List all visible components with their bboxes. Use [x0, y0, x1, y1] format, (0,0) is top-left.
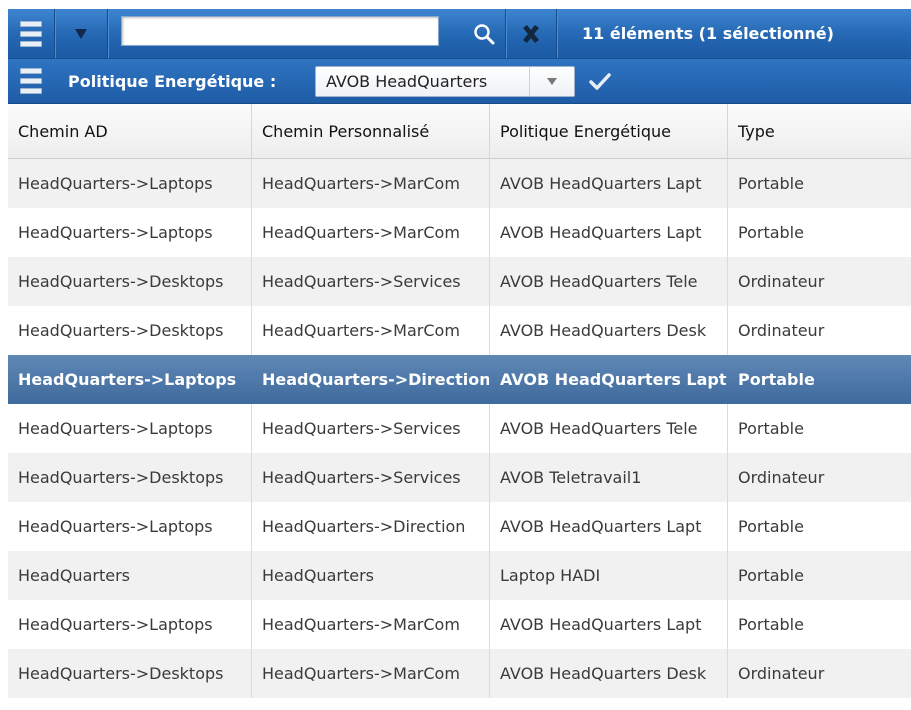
policy-menu-button[interactable]: [8, 59, 54, 103]
cell-type: Ordinateur: [738, 272, 825, 291]
cell-chemin-ad: HeadQuarters->Laptops: [8, 208, 252, 257]
cell-chemin-personnalise: HeadQuarters->Services: [252, 404, 490, 453]
table-row[interactable]: HeadQuarters->Laptops HeadQuarters->Servi…: [8, 404, 911, 453]
cell-type: Portable: [738, 174, 804, 193]
grid-toolbar: 11 éléments (1 sélectionné): [8, 9, 911, 59]
cell-type: Portable: [738, 419, 804, 438]
cell-type: Ordinateur: [738, 664, 825, 683]
table-row[interactable]: HeadQuarters->Desktops HeadQuarters->Serv…: [8, 453, 911, 502]
table-row[interactable]: HeadQuarters->Laptops HeadQuarters->MarCo…: [8, 208, 911, 257]
policy-toolbar: Politique Energétique : AVOB HeadQuarter…: [8, 59, 911, 104]
cell-politique-energetique: AVOB HeadQuarters Lapt: [490, 502, 728, 551]
cell-chemin-personnalise: HeadQuarters->Direction: [262, 370, 490, 389]
cell-chemin-ad: HeadQuarters->Desktops: [8, 649, 252, 698]
grid-header: Chemin AD Chemin Personnalisé Politique …: [8, 104, 911, 159]
checkmark-icon: [589, 73, 611, 90]
cell-type: Portable: [738, 517, 804, 536]
table-row[interactable]: HeadQuarters->Laptops HeadQuarters->Direc…: [8, 502, 911, 551]
cell-chemin-ad: HeadQuarters->Laptops: [8, 404, 252, 453]
cell-chemin-ad: HeadQuarters: [8, 551, 252, 600]
cell-chemin-personnalise: HeadQuarters->MarCom: [252, 159, 490, 208]
table-row[interactable]: HeadQuarters->Desktops HeadQuarters->Serv…: [8, 257, 911, 306]
cell-chemin-personnalise: HeadQuarters: [252, 551, 490, 600]
policy-select-value: AVOB HeadQuarters: [326, 72, 488, 91]
menu-button[interactable]: [8, 9, 54, 58]
cell-type: Portable: [738, 370, 815, 389]
table-row[interactable]: HeadQuarters->Desktops HeadQuarters->MarC…: [8, 649, 911, 698]
cell-chemin-personnalise: HeadQuarters->MarCom: [252, 208, 490, 257]
policy-label: Politique Energétique :: [68, 71, 277, 91]
cell-type: Portable: [738, 615, 804, 634]
triangle-down-icon: [75, 28, 87, 39]
cell-politique-energetique: AVOB HeadQuarters Tele: [490, 404, 728, 453]
item-count-label: 11 éléments (1 sélectionné): [582, 24, 834, 43]
cell-chemin-personnalise: HeadQuarters->MarCom: [252, 306, 490, 355]
cell-chemin-personnalise: HeadQuarters->Services: [252, 257, 490, 306]
cell-politique-energetique: AVOB HeadQuarters Desk: [490, 306, 728, 355]
search-button[interactable]: [464, 9, 504, 58]
devices-grid: Chemin AD Chemin Personnalisé Politique …: [8, 104, 911, 710]
table-row[interactable]: HeadQuarters->Laptops HeadQuarters->MarCo…: [8, 159, 911, 208]
cell-chemin-ad: HeadQuarters->Laptops: [8, 600, 252, 649]
cell-politique-energetique: AVOB HeadQuarters Tele: [490, 257, 728, 306]
cell-chemin-ad: HeadQuarters->Desktops: [8, 257, 252, 306]
cell-chemin-ad: HeadQuarters->Desktops: [8, 306, 252, 355]
grid-body: HeadQuarters->Laptops HeadQuarters->MarCo…: [8, 159, 911, 698]
hamburger-menu-icon: [20, 68, 42, 94]
cell-type: Portable: [738, 223, 804, 242]
cell-type: Portable: [738, 566, 804, 585]
cell-chemin-personnalise: HeadQuarters->Services: [252, 453, 490, 502]
cell-politique-energetique: AVOB Teletravail1: [490, 453, 728, 502]
dropdown-button[interactable]: [55, 9, 107, 58]
table-row[interactable]: HeadQuarters->Desktops HeadQuarters->MarC…: [8, 306, 911, 355]
cell-chemin-ad: HeadQuarters->Laptops: [8, 502, 252, 551]
app-window: 11 éléments (1 sélectionné) Politique En…: [0, 0, 911, 710]
table-row[interactable]: HeadQuarters->Laptops HeadQuarters->MarCo…: [8, 600, 911, 649]
toolbar-divider: [556, 9, 557, 58]
x-icon: [523, 24, 539, 43]
hamburger-menu-icon: [20, 20, 42, 47]
cell-chemin-ad: HeadQuarters->Laptops: [18, 370, 237, 389]
column-header-chemin-personnalise[interactable]: Chemin Personnalisé: [252, 104, 490, 158]
cell-type: Ordinateur: [738, 468, 825, 487]
table-row-selected[interactable]: HeadQuarters->Laptops HeadQuarters->Direc…: [8, 355, 911, 404]
cell-politique-energetique: AVOB HeadQuarters Lapt: [490, 159, 728, 208]
magnifier-icon: [474, 23, 495, 44]
toolbar-divider: [107, 9, 108, 58]
cell-politique-energetique: AVOB HeadQuarters Lapt: [490, 600, 728, 649]
cell-politique-energetique: Laptop HADI: [490, 551, 728, 600]
column-header-politique-energetique[interactable]: Politique Energétique: [490, 104, 728, 158]
policy-select-arrow[interactable]: [529, 67, 574, 96]
column-header-type[interactable]: Type: [728, 104, 911, 158]
column-header-chemin-ad[interactable]: Chemin AD: [8, 104, 252, 158]
cell-politique-energetique: AVOB HeadQuarters Lapt: [500, 370, 727, 389]
cell-chemin-ad: HeadQuarters->Desktops: [8, 453, 252, 502]
apply-policy-button[interactable]: [586, 59, 614, 103]
table-row[interactable]: HeadQuarters HeadQuarters Laptop HADI Porta…: [8, 551, 911, 600]
cell-chemin-personnalise: HeadQuarters->Direction: [252, 502, 490, 551]
cell-chemin-ad: HeadQuarters->Laptops: [8, 159, 252, 208]
cell-type: Ordinateur: [738, 321, 825, 340]
cell-chemin-personnalise: HeadQuarters->MarCom: [252, 649, 490, 698]
triangle-down-icon: [547, 78, 557, 85]
clear-search-button[interactable]: [506, 9, 556, 58]
cell-chemin-personnalise: HeadQuarters->MarCom: [252, 600, 490, 649]
search-input[interactable]: [121, 16, 439, 46]
policy-select[interactable]: AVOB HeadQuarters: [315, 66, 575, 97]
cell-politique-energetique: AVOB HeadQuarters Desk: [490, 649, 728, 698]
cell-politique-energetique: AVOB HeadQuarters Lapt: [490, 208, 728, 257]
